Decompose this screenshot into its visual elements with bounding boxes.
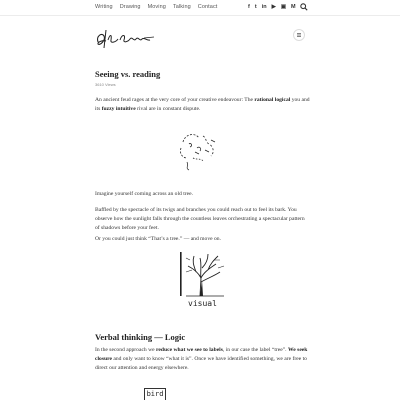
- tree-sketch-image: visual: [180, 252, 225, 308]
- nav-drawing-link[interactable]: Drawing: [120, 4, 141, 10]
- main-menu: Writing Drawing Moving Talking Contact: [95, 4, 217, 10]
- signature-logo[interactable]: [94, 28, 158, 50]
- view-count: 3610 Views: [95, 82, 116, 87]
- nav-moving-link[interactable]: Moving: [148, 4, 166, 10]
- social-links: f t in ▶ ▣ M: [248, 4, 296, 10]
- linkedin-icon[interactable]: in: [262, 4, 267, 10]
- facebook-icon[interactable]: f: [248, 4, 250, 10]
- baffled-paragraph: Baffled by the spectacle of its twigs an…: [95, 207, 305, 231]
- bird-sketch-label: bird: [146, 390, 164, 398]
- nav-writing-link[interactable]: Writing: [95, 4, 113, 10]
- head-sketch-image: [180, 134, 216, 171]
- post-title: Seeing vs. reading: [95, 69, 161, 79]
- top-navigation: Writing Drawing Moving Talking Contact f…: [0, 0, 400, 16]
- nav-contact-link[interactable]: Contact: [198, 4, 218, 10]
- search-icon[interactable]: [300, 3, 308, 11]
- tree-paragraph: Or you could just think “That’s a tree.”…: [95, 236, 221, 242]
- youtube-icon[interactable]: ▶: [272, 4, 276, 10]
- medium-icon[interactable]: M: [291, 4, 296, 10]
- visual-sketch-label: visual: [188, 299, 217, 308]
- hamburger-icon: [297, 33, 301, 37]
- imagine-paragraph: Imagine yourself coming across an old tr…: [95, 191, 194, 197]
- bird-label-sketch: bird: [144, 388, 166, 400]
- twitter-icon[interactable]: t: [255, 4, 257, 10]
- menu-toggle-button[interactable]: [293, 29, 305, 41]
- instagram-icon[interactable]: ▣: [281, 4, 286, 10]
- nav-talking-link[interactable]: Talking: [173, 4, 191, 10]
- verbal-paragraph: In the second approach we reduce what we…: [95, 347, 308, 371]
- intro-paragraph: An ancient feud rages at the very core o…: [95, 97, 310, 112]
- section-heading-verbal: Verbal thinking — Logic: [95, 332, 186, 342]
